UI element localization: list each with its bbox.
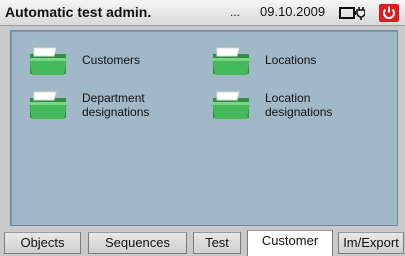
folder-icon (29, 47, 67, 75)
app-window: Automatic test admin. ... 09.10.2009 Cus… (0, 0, 405, 256)
folder-icon (212, 47, 250, 75)
tab-objects[interactable]: Objects (4, 232, 81, 254)
overflow-indicator: ... (230, 5, 241, 19)
customers-item[interactable]: Customers (28, 44, 140, 76)
date-display: 09.10.2009 (260, 4, 326, 19)
power-button[interactable] (379, 4, 399, 22)
item-label: Locations (265, 53, 317, 67)
tab-test[interactable]: Test (193, 232, 241, 254)
content-panel: Customers Locations Department designati… (10, 30, 398, 226)
tab-bar: Objects Sequences Test Customer Im/Expor… (0, 230, 405, 256)
folder-icon (29, 91, 67, 119)
folder-icon (212, 91, 250, 119)
tab-customer[interactable]: Customer (247, 230, 333, 256)
item-label: Customers (82, 53, 141, 67)
battery-plug-icon (339, 7, 365, 20)
power-icon (383, 6, 395, 19)
location-designations-item[interactable]: Location designations (211, 88, 332, 120)
locations-item[interactable]: Locations (211, 44, 316, 76)
title-bar: Automatic test admin. ... 09.10.2009 (0, 0, 405, 26)
tab-sequences[interactable]: Sequences (88, 232, 187, 254)
item-label: Department designations (82, 91, 150, 119)
tab-im-export[interactable]: Im/Export (338, 232, 404, 254)
item-label: Location designations (265, 91, 333, 119)
window-title: Automatic test admin. (5, 4, 152, 20)
department-designations-item[interactable]: Department designations (28, 88, 149, 120)
